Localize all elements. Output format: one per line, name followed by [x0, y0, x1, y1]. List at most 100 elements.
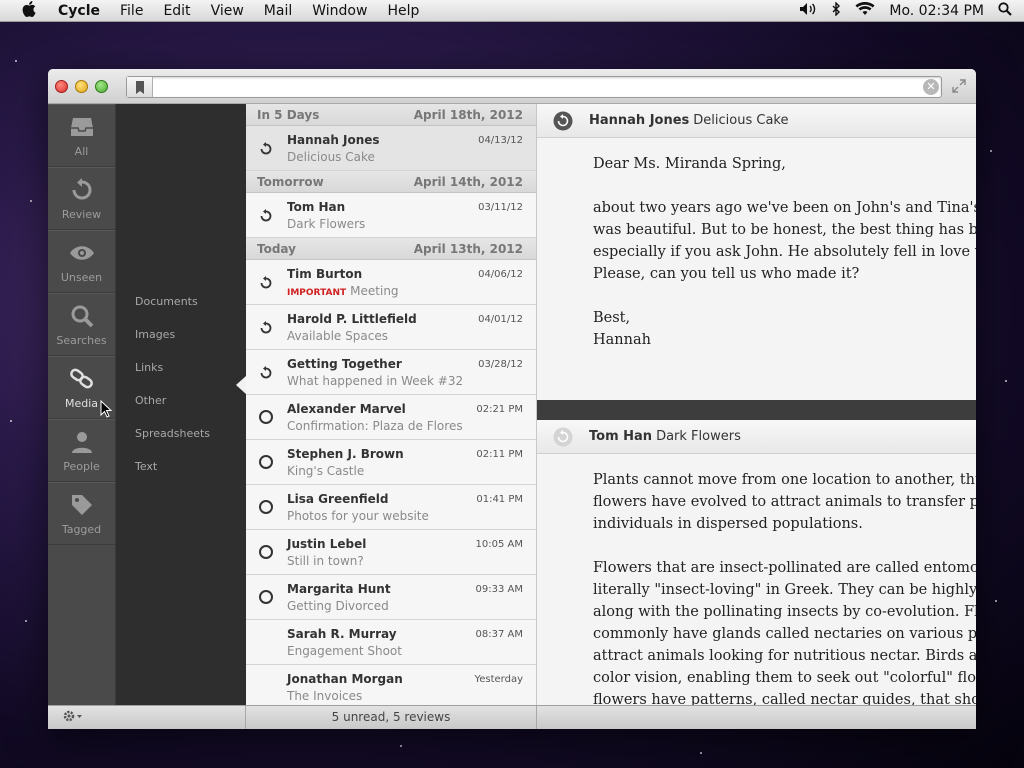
unread-circle-icon[interactable]: [259, 500, 273, 514]
bluetooth-icon[interactable]: [831, 0, 841, 20]
message-sender: Stephen J. Brown: [287, 447, 404, 461]
message-sender: Getting Together: [287, 357, 402, 371]
star: [15, 60, 17, 62]
menu-help[interactable]: Help: [387, 3, 419, 19]
mail-line: literally "insect-loving" in Greek. They…: [593, 582, 976, 598]
message-subject: Delicious Cake: [287, 150, 375, 164]
message-subject: Confirmation: Plaza de Flores: [287, 419, 463, 433]
review-icon: [259, 141, 273, 155]
media-subnav: Documents Images Links Other Spreadsheet…: [116, 104, 246, 705]
mail-separator: [537, 400, 976, 420]
mail-subject: Delicious Cake: [693, 113, 789, 128]
subnav-item-links[interactable]: Links: [135, 361, 163, 374]
subnav-item-text[interactable]: Text: [135, 460, 157, 473]
clock[interactable]: Mo. 02:34 PM: [889, 3, 984, 19]
sidebar-item-searches[interactable]: Searches: [48, 293, 115, 356]
message-date: 09:33 AM: [475, 584, 523, 595]
mail-paragraph: Plants cannot move from one location to …: [593, 469, 976, 535]
sidebar-item-all[interactable]: All: [48, 104, 115, 167]
clear-search-icon[interactable]: ✕: [923, 79, 939, 95]
message-row[interactable]: Justin Lebel Still in town? 10:05 AM: [246, 530, 536, 575]
mail-line: commonly have glands called nectaries on…: [593, 626, 976, 642]
menu-view[interactable]: View: [211, 3, 244, 19]
app-name-menu[interactable]: Cycle: [58, 3, 100, 19]
wifi-icon[interactable]: [855, 1, 875, 20]
unread-circle-icon[interactable]: [259, 590, 273, 604]
mail-greeting: Dear Ms. Miranda Spring,: [593, 156, 786, 172]
message-row[interactable]: Sarah R. Murray Engagement Shoot 08:37 A…: [246, 620, 536, 665]
group-header: Tomorrow April 14th, 2012: [246, 171, 536, 193]
minimize-window-button[interactable]: [75, 80, 88, 93]
message-date: 03/11/12: [478, 202, 523, 213]
message-sender: Alexander Marvel: [287, 402, 406, 416]
star: [990, 150, 992, 152]
link-icon: [69, 365, 95, 393]
star: [400, 745, 402, 747]
status-bar: 5 unread, 5 reviews: [48, 705, 976, 729]
message-row[interactable]: Alexander Marvel Confirmation: Plaza de …: [246, 395, 536, 440]
subnav-item-spreadsheets[interactable]: Spreadsheets: [135, 427, 210, 440]
unread-circle-icon[interactable]: [259, 455, 273, 469]
star: [25, 620, 27, 622]
search-field[interactable]: ✕: [126, 76, 942, 98]
sidebar-item-review[interactable]: Review: [48, 167, 115, 230]
mail-paragraph: about two years ago we've been on John's…: [593, 197, 976, 285]
message-subject: Still in town?: [287, 554, 364, 568]
message-date: 02:21 PM: [476, 404, 523, 415]
review-icon: [259, 208, 273, 222]
star: [700, 752, 702, 754]
mail-line: especially if you ask John. He absolutel…: [593, 244, 976, 260]
unread-circle-icon[interactable]: [259, 545, 273, 559]
close-window-button[interactable]: [55, 80, 68, 93]
mail-line: along with the pollinating insects by co…: [593, 604, 976, 620]
zoom-window-button[interactable]: [95, 80, 108, 93]
menu-window[interactable]: Window: [312, 3, 367, 19]
group-header: In 5 Days April 18th, 2012: [246, 104, 536, 126]
mail-paragraph: Flowers that are insect-pollinated are c…: [593, 557, 976, 705]
message-sender: Sarah R. Murray: [287, 627, 397, 641]
status-bar-left: [48, 706, 246, 729]
menu-edit[interactable]: Edit: [163, 3, 190, 19]
message-date: 02:11 PM: [476, 449, 523, 460]
subnav-item-documents[interactable]: Documents: [135, 295, 198, 308]
review-icon[interactable]: [553, 111, 573, 131]
group-date: April 18th, 2012: [413, 107, 523, 122]
mail-line: Plants cannot move from one location to …: [593, 472, 976, 488]
unread-circle-icon[interactable]: [259, 410, 273, 424]
volume-icon[interactable]: [799, 2, 817, 20]
menu-mail[interactable]: Mail: [264, 3, 292, 19]
message-row[interactable]: Jonathan Morgan The Invoices Yesterday: [246, 665, 536, 705]
message-row[interactable]: Tim Burton IMPORTANT Meeting 04/06/12: [246, 260, 536, 305]
subnav-item-other[interactable]: Other: [135, 394, 166, 407]
bookmark-icon[interactable]: [127, 77, 153, 97]
message-row[interactable]: Margarita Hunt Getting Divorced 09:33 AM: [246, 575, 536, 620]
sidebar-item-unseen[interactable]: Unseen: [48, 230, 115, 293]
sidebar-item-tagged[interactable]: Tagged: [48, 482, 115, 545]
subnav-item-images[interactable]: Images: [135, 328, 175, 341]
message-row[interactable]: Hannah Jones Delicious Cake 04/13/12: [246, 126, 536, 171]
message-row[interactable]: Lisa Greenfield Photos for your website …: [246, 485, 536, 530]
sidebar-item-people[interactable]: People: [48, 419, 115, 482]
review-icon[interactable]: [553, 427, 573, 447]
message-row[interactable]: Harold P. Littlefield Available Spaces 0…: [246, 305, 536, 350]
apple-menu-icon[interactable]: [22, 0, 40, 21]
message-row[interactable]: Stephen J. Brown King's Castle 02:11 PM: [246, 440, 536, 485]
group-label: In 5 Days: [257, 107, 320, 122]
message-subject: Photos for your website: [287, 509, 429, 523]
fullscreen-icon[interactable]: [952, 79, 966, 93]
search-icon: [70, 302, 94, 330]
spotlight-icon[interactable]: [998, 1, 1012, 20]
mail-sender: Tom Han: [589, 429, 653, 444]
menu-file[interactable]: File: [120, 3, 143, 19]
mail-signature: Hannah: [593, 332, 651, 348]
message-subject: Getting Divorced: [287, 599, 389, 613]
message-subject: What happened in Week #32: [287, 374, 464, 388]
title-bar: ✕: [48, 69, 976, 104]
tag-icon: [70, 491, 94, 519]
mail-line: flowers have patterns, called nectar gui…: [593, 692, 976, 705]
mail-line: attract animals looking for nutritious n…: [593, 648, 976, 664]
message-row[interactable]: Tom Han Dark Flowers 03/11/12: [246, 193, 536, 238]
message-row[interactable]: Getting Together What happened in Week #…: [246, 350, 536, 395]
gear-icon[interactable]: [62, 709, 82, 727]
sidebar-label: All: [74, 145, 89, 158]
